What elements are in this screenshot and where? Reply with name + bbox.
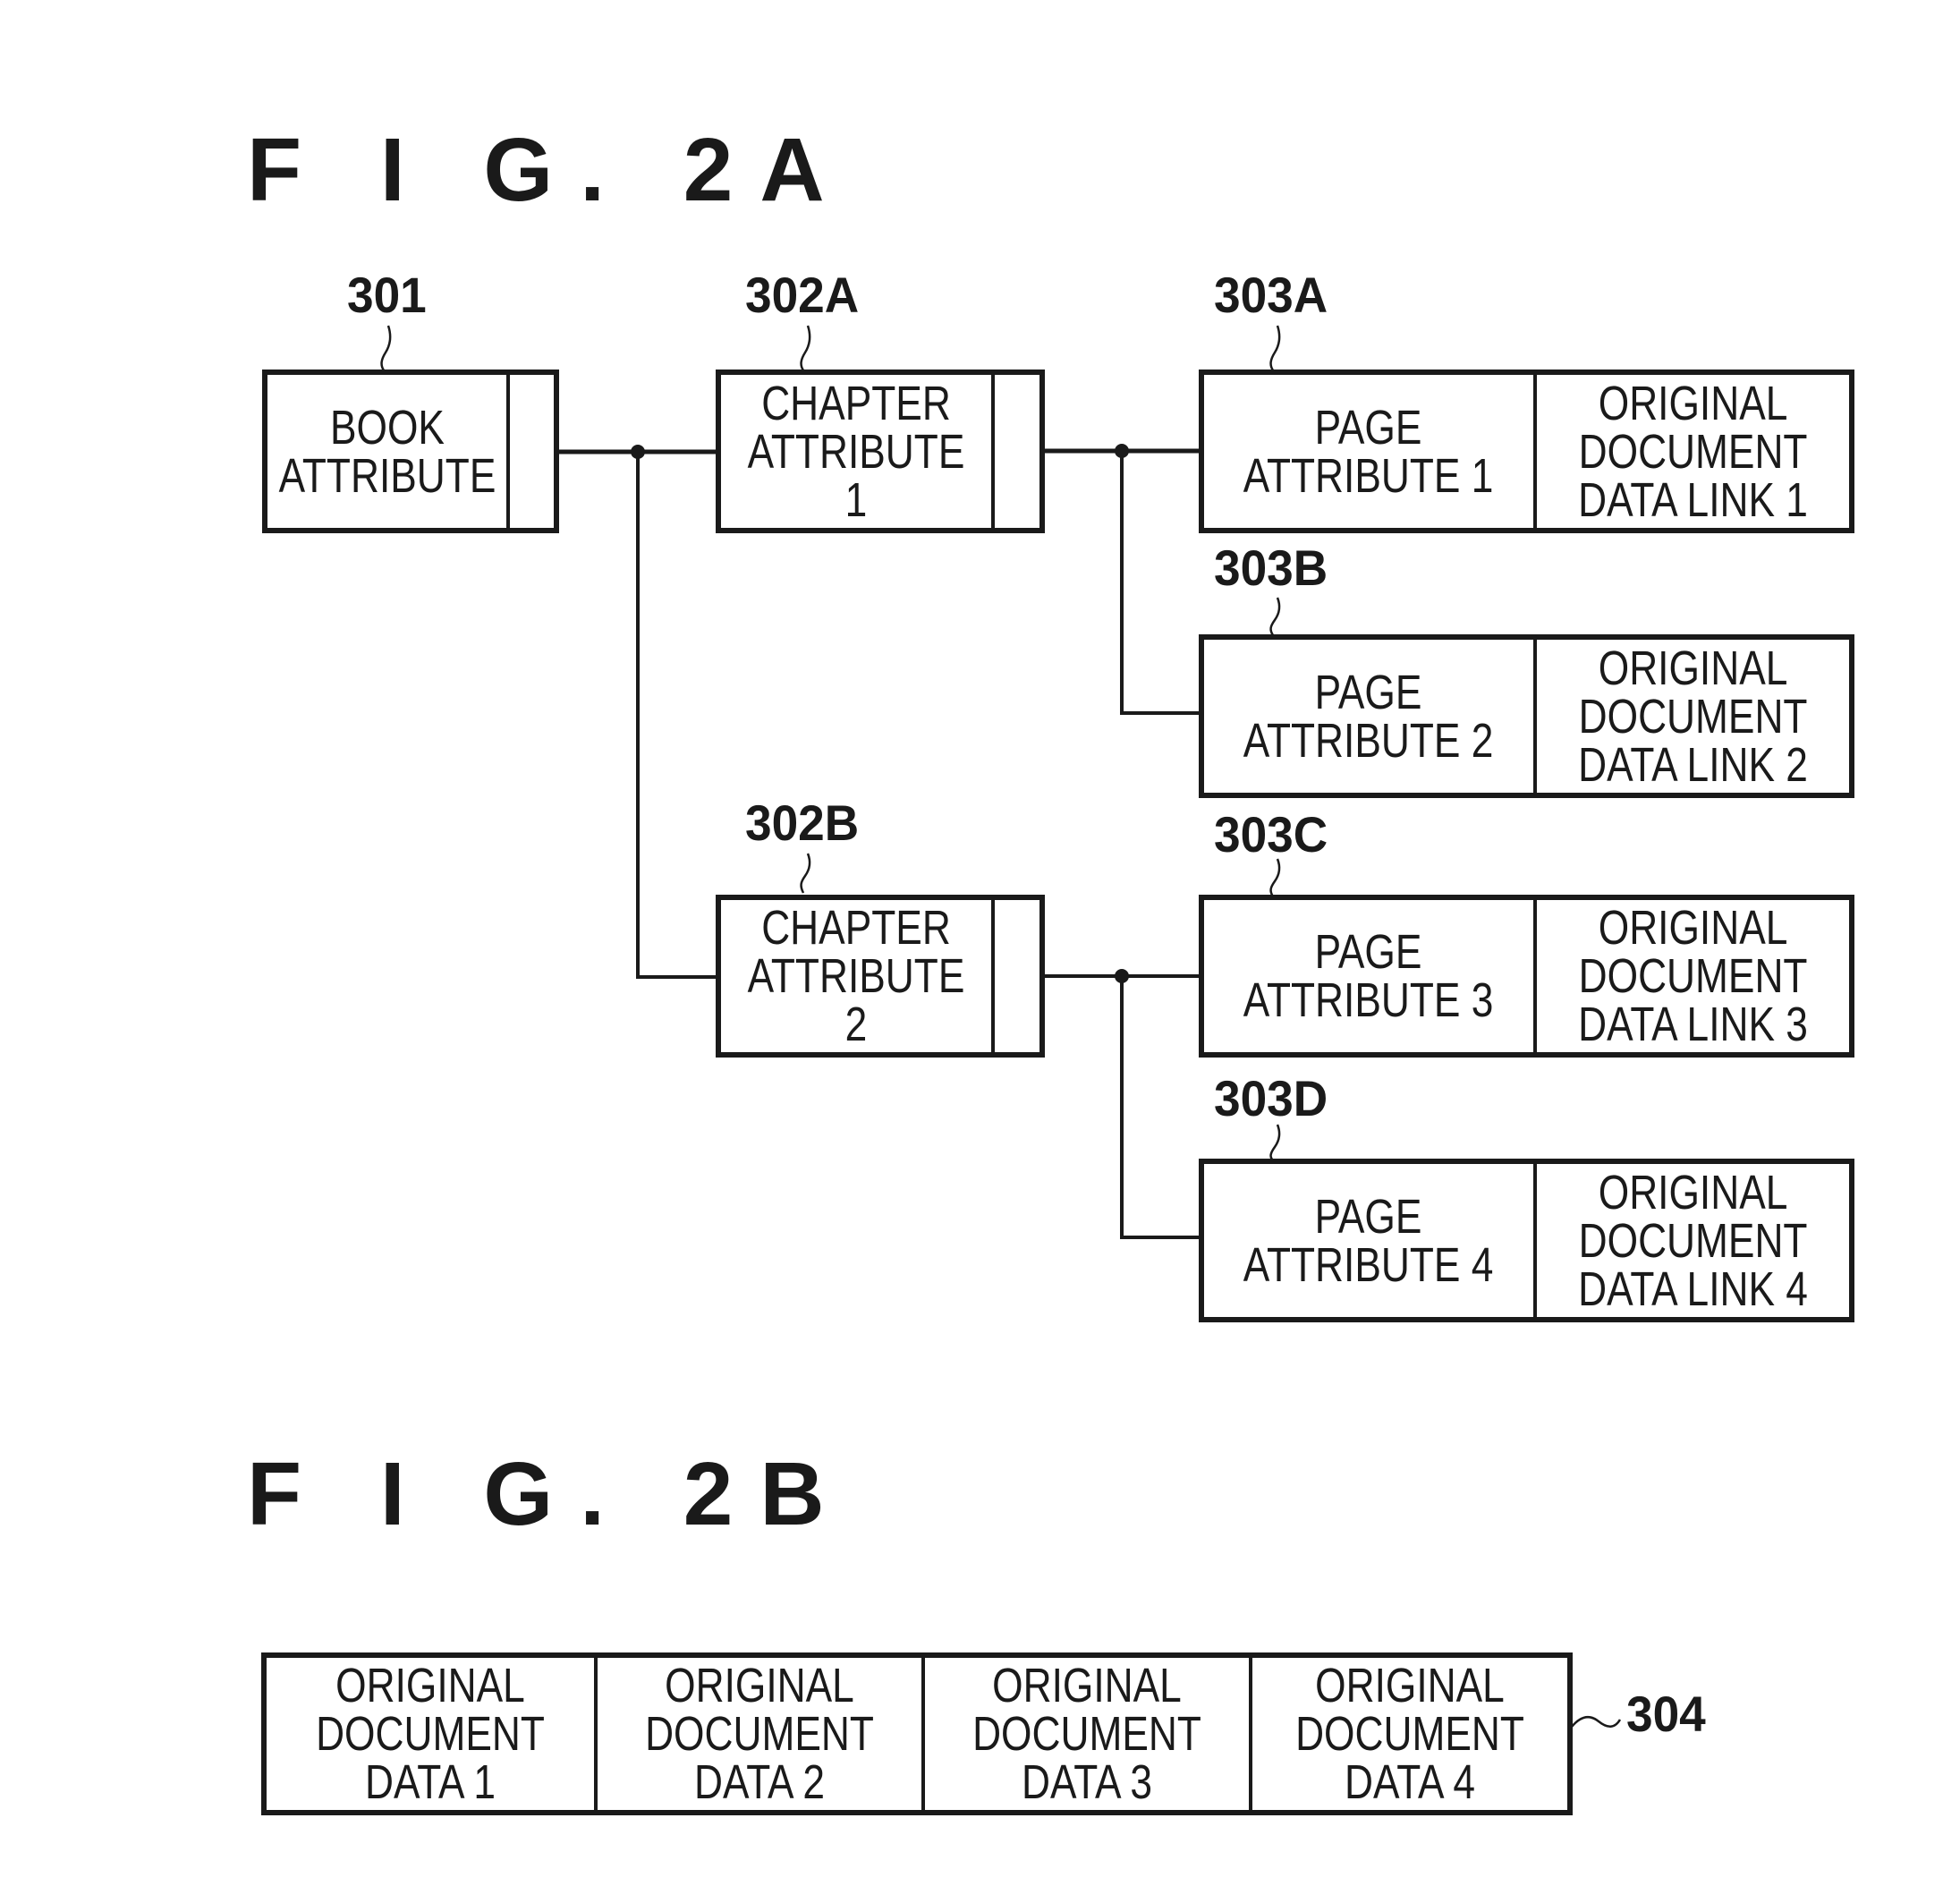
book-attribute-box: BOOK ATTRIBUTE [262, 370, 559, 533]
connector-chapter-b-page-d [1120, 976, 1201, 1239]
page-attribute-label-2: PAGE ATTRIBUTE 2 [1243, 665, 1494, 768]
page-attribute-label-4: PAGE ATTRIBUTE 4 [1243, 1189, 1494, 1292]
original-document-data-label-3: ORIGINAL DOCUMENT DATA 3 [972, 1659, 1201, 1809]
page-attribute-cell-1: PAGE ATTRIBUTE 1 [1204, 375, 1533, 528]
figure-2a-title: F I G. 2A [247, 120, 852, 220]
junction-dot-chapter-b [1115, 969, 1129, 983]
leader-line-302b [800, 853, 811, 894]
data-link-label-4: ORIGINAL DOCUMENT DATA LINK 4 [1578, 1165, 1808, 1316]
original-document-data-cell-2: ORIGINAL DOCUMENT DATA 2 [594, 1658, 921, 1810]
connector-chapter-a-page-b [1120, 451, 1201, 715]
leader-line-301 [380, 325, 392, 371]
original-document-data-label-1: ORIGINAL DOCUMENT DATA 1 [316, 1659, 545, 1809]
ref-label-301: 301 [347, 267, 427, 323]
book-pointer-cell [506, 375, 554, 528]
leader-line-303b [1269, 597, 1281, 636]
page-attribute-cell-4: PAGE ATTRIBUTE 4 [1204, 1164, 1533, 1317]
chapter-pointer-cell-1 [991, 375, 1039, 528]
chapter-attribute-label-1: CHAPTER ATTRIBUTE 1 [747, 376, 965, 527]
ref-label-302a: 302A [745, 267, 860, 323]
ref-label-303b: 303B [1214, 539, 1328, 596]
leader-line-303a [1269, 325, 1281, 371]
page-row-3: PAGE ATTRIBUTE 3 ORIGINAL DOCUMENT DATA … [1199, 895, 1854, 1058]
page-attribute-cell-3: PAGE ATTRIBUTE 3 [1204, 900, 1533, 1052]
book-attribute-label: BOOK ATTRIBUTE [278, 400, 496, 503]
chapter-attribute-cell-1: CHAPTER ATTRIBUTE 1 [721, 375, 991, 528]
page-row-1: PAGE ATTRIBUTE 1 ORIGINAL DOCUMENT DATA … [1199, 370, 1854, 533]
chapter-attribute-label-2: CHAPTER ATTRIBUTE 2 [747, 901, 965, 1051]
chapter-attribute-box-2: CHAPTER ATTRIBUTE 2 [716, 895, 1045, 1058]
book-attribute-cell: BOOK ATTRIBUTE [267, 375, 506, 528]
original-document-data-cell-4: ORIGINAL DOCUMENT DATA 4 [1249, 1658, 1567, 1810]
junction-dot-chapter-a [1115, 444, 1129, 458]
ref-label-303a: 303A [1214, 267, 1328, 323]
data-link-label-3: ORIGINAL DOCUMENT DATA LINK 3 [1578, 901, 1808, 1051]
original-document-data-cell-3: ORIGINAL DOCUMENT DATA 3 [921, 1658, 1249, 1810]
leader-line-303d [1269, 1124, 1281, 1161]
original-document-data-label-4: ORIGINAL DOCUMENT DATA 4 [1295, 1659, 1524, 1809]
chapter-pointer-cell-2 [991, 900, 1039, 1052]
ref-label-302b: 302B [745, 794, 860, 851]
figure-2b-title: F I G. 2B [247, 1444, 852, 1544]
data-link-label-2: ORIGINAL DOCUMENT DATA LINK 2 [1578, 641, 1808, 792]
junction-dot-book [631, 445, 645, 459]
leader-line-302a [800, 325, 811, 371]
page-attribute-label-1: PAGE ATTRIBUTE 1 [1243, 400, 1494, 503]
original-document-data-label-2: ORIGINAL DOCUMENT DATA 2 [645, 1659, 874, 1809]
data-link-cell-2: ORIGINAL DOCUMENT DATA LINK 2 [1533, 640, 1849, 793]
chapter-attribute-box-1: CHAPTER ATTRIBUTE 1 [716, 370, 1045, 533]
data-link-label-1: ORIGINAL DOCUMENT DATA LINK 1 [1578, 376, 1808, 527]
connector-book-chapter-b [636, 452, 718, 979]
original-document-data-row: ORIGINAL DOCUMENT DATA 1 ORIGINAL DOCUME… [261, 1652, 1573, 1815]
data-link-cell-4: ORIGINAL DOCUMENT DATA LINK 4 [1533, 1164, 1849, 1317]
ref-label-303d: 303D [1214, 1070, 1328, 1126]
data-link-cell-1: ORIGINAL DOCUMENT DATA LINK 1 [1533, 375, 1849, 528]
page-row-2: PAGE ATTRIBUTE 2 ORIGINAL DOCUMENT DATA … [1199, 634, 1854, 798]
leader-line-303c [1269, 858, 1281, 897]
page-row-4: PAGE ATTRIBUTE 4 ORIGINAL DOCUMENT DATA … [1199, 1159, 1854, 1322]
original-document-data-cell-1: ORIGINAL DOCUMENT DATA 1 [267, 1658, 594, 1810]
chapter-attribute-cell-2: CHAPTER ATTRIBUTE 2 [721, 900, 991, 1052]
page-attribute-label-3: PAGE ATTRIBUTE 3 [1243, 925, 1494, 1027]
ref-label-303c: 303C [1214, 806, 1328, 862]
ref-label-304: 304 [1626, 1686, 1706, 1742]
data-link-cell-3: ORIGINAL DOCUMENT DATA LINK 3 [1533, 900, 1849, 1052]
leader-line-304 [1571, 1715, 1622, 1728]
page-attribute-cell-2: PAGE ATTRIBUTE 2 [1204, 640, 1533, 793]
